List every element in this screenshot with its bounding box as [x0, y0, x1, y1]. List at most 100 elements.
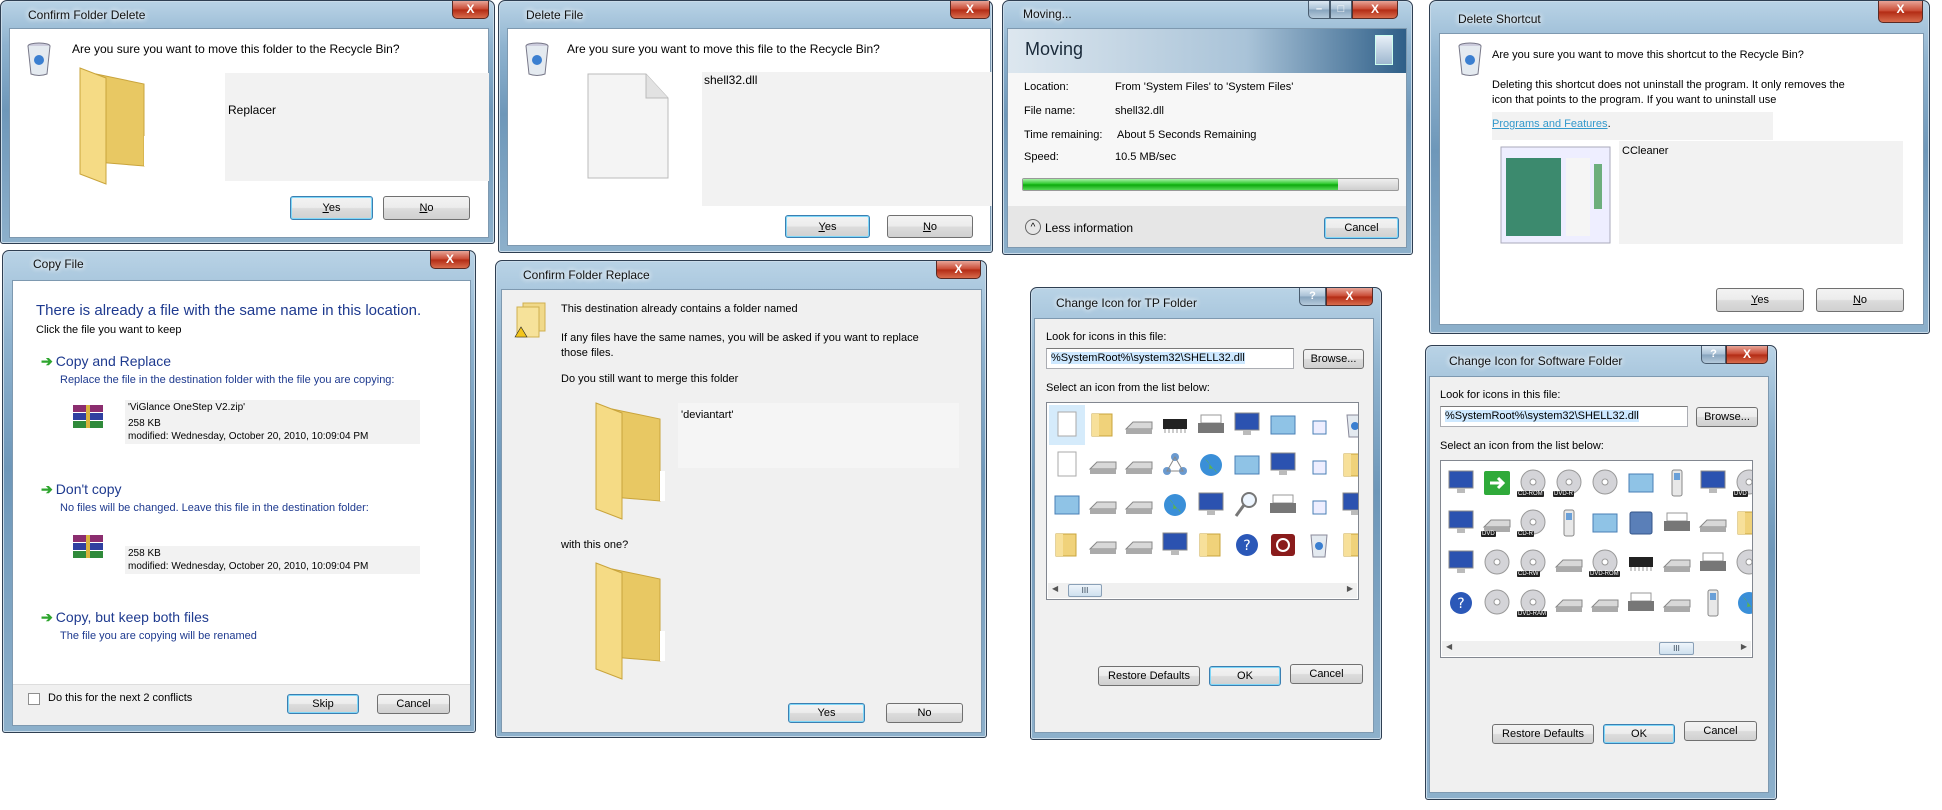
tv-screen-icon[interactable]	[1587, 503, 1623, 543]
hard-drive-icon[interactable]	[1085, 525, 1121, 565]
icon-list[interactable]: CD-ROM DVD-R DVD DVD CD-R CD-RW DVD-ROM? DVD-RA…	[1440, 460, 1753, 658]
computer-chat-icon[interactable]	[1443, 463, 1479, 503]
flat-drive-icon[interactable]	[1659, 583, 1695, 623]
folder-icon[interactable]	[1337, 525, 1358, 565]
dvd-ram-icon[interactable]: DVD-RAM	[1515, 583, 1551, 623]
close-button[interactable]: X	[1326, 288, 1373, 306]
no-button[interactable]: No	[886, 703, 963, 723]
horizontal-scrollbar[interactable]: ◀ III ▶	[1442, 641, 1751, 656]
recycle-bin-full-icon[interactable]	[1301, 525, 1337, 565]
restore-defaults-button[interactable]: Restore Defaults	[1492, 724, 1594, 744]
keep-both-option[interactable]: ➔ Copy, but keep both files	[41, 609, 209, 626]
copy-and-replace-option[interactable]: ➔ Copy and Replace	[41, 353, 171, 370]
cd-blue-icon[interactable]	[1731, 543, 1752, 583]
removable-drive-icon[interactable]	[1587, 583, 1623, 623]
network-settings-icon[interactable]	[1229, 405, 1265, 445]
scroll-left-arrow-icon[interactable]: ◀	[1446, 642, 1452, 651]
scroll-left-arrow-icon[interactable]: ◀	[1052, 584, 1058, 593]
printer-icon[interactable]	[1193, 405, 1229, 445]
memory-card-icon[interactable]	[1623, 543, 1659, 583]
music-cd-icon[interactable]	[1479, 543, 1515, 583]
close-button[interactable]: X	[1726, 346, 1768, 364]
folder-blank-icon[interactable]	[1193, 525, 1229, 565]
drive-icon[interactable]	[1121, 405, 1157, 445]
no-button[interactable]: No	[887, 215, 973, 238]
dvd-r-icon[interactable]: DVD-R	[1551, 463, 1587, 503]
help-icon[interactable]: ?	[1443, 583, 1479, 623]
no-button[interactable]: No	[1816, 288, 1904, 312]
drive-delete-icon[interactable]	[1121, 485, 1157, 525]
phone-folder-icon[interactable]	[1337, 445, 1358, 485]
small-32-icon-icon[interactable]	[1301, 405, 1337, 445]
shortcut-arrow-icon[interactable]	[1301, 445, 1337, 485]
blank-document-icon[interactable]	[1049, 405, 1085, 445]
monitor-moon-icon[interactable]	[1265, 445, 1301, 485]
monitor-contrast-icon[interactable]	[1443, 543, 1479, 583]
cd-question-icon[interactable]	[1479, 583, 1515, 623]
clock-icon[interactable]	[1301, 485, 1337, 525]
video-camera-icon[interactable]	[1695, 583, 1731, 623]
network-drive-icon[interactable]	[1121, 445, 1157, 485]
phone-cradle-icon[interactable]	[1551, 503, 1587, 543]
maximize-button[interactable]: □	[1330, 1, 1352, 19]
skip-button[interactable]: Skip	[287, 694, 359, 714]
yes-button[interactable]: Yes	[290, 196, 373, 220]
network-printer-icon[interactable]	[1659, 503, 1695, 543]
camera-icon[interactable]	[1623, 583, 1659, 623]
globe-computer-icon[interactable]	[1193, 445, 1229, 485]
apply-all-checkbox[interactable]	[28, 693, 40, 705]
text-document-icon[interactable]	[1049, 445, 1085, 485]
folder-files-icon[interactable]	[1049, 525, 1085, 565]
folder-blue-icon[interactable]	[1623, 503, 1659, 543]
less-information-toggle[interactable]: Less information	[1045, 221, 1133, 235]
icon-file-path-input[interactable]: %SystemRoot%\system32\SHELL32.dll	[1440, 406, 1688, 427]
programs-and-features-link[interactable]: Programs and Features	[1492, 118, 1608, 130]
dvd-icon[interactable]: DVD	[1731, 463, 1752, 503]
green-arrow-icon[interactable]	[1479, 463, 1515, 503]
network-computers-icon[interactable]	[1193, 485, 1229, 525]
cd-rw-icon[interactable]: CD-RW	[1515, 543, 1551, 583]
memory-chip-icon[interactable]	[1157, 405, 1193, 445]
disc-drive-icon[interactable]	[1659, 543, 1695, 583]
collapse-chevron-icon[interactable]: ^	[1025, 219, 1041, 235]
close-button[interactable]: X	[950, 1, 990, 19]
browse-button[interactable]: Browse...	[1696, 407, 1758, 427]
browse-button[interactable]: Browse...	[1303, 349, 1364, 369]
map-icon[interactable]	[1731, 583, 1752, 623]
help-folder-icon[interactable]: ?	[1229, 525, 1265, 565]
cd-icon[interactable]	[1587, 463, 1623, 503]
dont-copy-option[interactable]: ➔ Don't copy	[41, 481, 122, 498]
floppy-drive-purple-icon[interactable]	[1085, 485, 1121, 525]
cancel-button[interactable]: Cancel	[1324, 217, 1399, 239]
display-panel-icon[interactable]	[1623, 463, 1659, 503]
floppy-drive-icon[interactable]	[1085, 445, 1121, 485]
network-share-icon[interactable]	[1157, 445, 1193, 485]
cd-drive-icon[interactable]	[1121, 525, 1157, 565]
close-button[interactable]: X	[452, 1, 489, 19]
ok-button[interactable]: OK	[1603, 724, 1675, 744]
cancel-button[interactable]: Cancel	[1290, 664, 1363, 684]
cd-rom-icon[interactable]: CD-ROM	[1515, 463, 1551, 503]
tower-case-icon[interactable]	[1551, 583, 1587, 623]
help-button[interactable]: ?	[1701, 346, 1726, 364]
recycle-bin-icon[interactable]	[1337, 405, 1358, 445]
display-frame-icon[interactable]	[1265, 405, 1301, 445]
cd-r-icon[interactable]: CD-R	[1515, 503, 1551, 543]
mobile-phone-icon[interactable]	[1659, 463, 1695, 503]
icon-file-path-input[interactable]: %SystemRoot%\system32\SHELL32.dll	[1046, 348, 1294, 369]
yes-button[interactable]: Yes	[785, 215, 870, 238]
pda-icon[interactable]	[1695, 463, 1731, 503]
close-button[interactable]: X	[430, 251, 470, 269]
printer-cd-icon[interactable]	[1265, 485, 1301, 525]
folder-yellow-icon[interactable]	[1731, 503, 1752, 543]
close-button[interactable]: X	[1878, 1, 1923, 23]
camera-printer-icon[interactable]	[1695, 543, 1731, 583]
close-button[interactable]: X	[1352, 1, 1398, 19]
scrollbar-thumb[interactable]: III	[1659, 642, 1694, 655]
scanner-icon[interactable]	[1695, 503, 1731, 543]
restore-defaults-button[interactable]: Restore Defaults	[1098, 666, 1200, 686]
control-panel-icon[interactable]	[1229, 445, 1265, 485]
search-magnifier-icon[interactable]	[1229, 485, 1265, 525]
laptop-icon[interactable]	[1337, 485, 1358, 525]
cancel-button[interactable]: Cancel	[377, 694, 450, 714]
